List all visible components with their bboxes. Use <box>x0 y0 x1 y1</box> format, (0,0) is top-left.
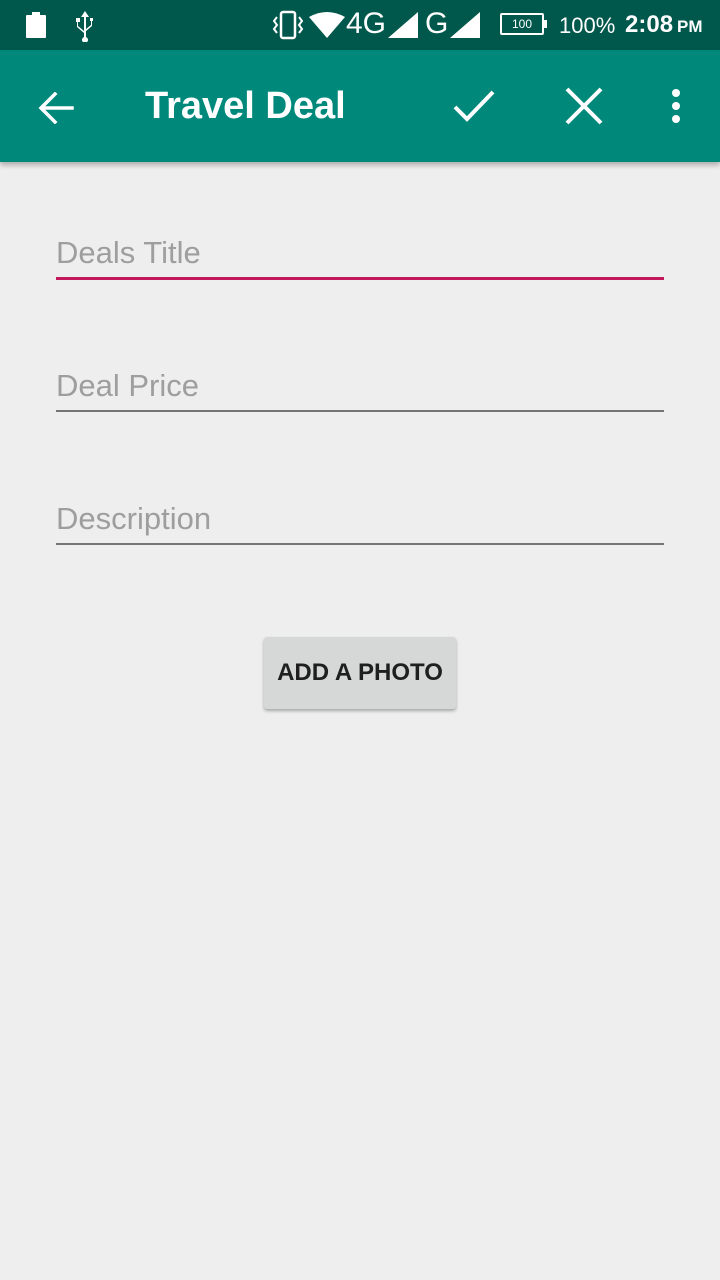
usb-icon <box>72 10 98 42</box>
clock-ampm: PM <box>677 17 703 36</box>
deal-title-underline <box>56 277 664 280</box>
clock: 2:08 PM <box>625 11 703 39</box>
network-type-g: G <box>425 7 449 40</box>
status-bar: 4G G 100 100% 2:08 PM <box>0 0 720 50</box>
deal-title-input[interactable] <box>56 229 664 277</box>
page-title: Travel Deal <box>145 85 346 127</box>
battery-icon <box>26 12 46 38</box>
add-photo-button[interactable]: ADD A PHOTO <box>264 637 456 709</box>
more-vert-icon[interactable] <box>656 76 696 136</box>
network-type-4g: 4G <box>346 7 387 40</box>
close-icon[interactable] <box>554 76 614 136</box>
check-icon[interactable] <box>444 76 504 136</box>
vibrate-icon <box>272 10 304 40</box>
description-underline <box>56 543 664 545</box>
description-input[interactable] <box>56 495 664 543</box>
back-arrow-icon[interactable] <box>28 80 84 136</box>
description-field <box>56 495 664 545</box>
signal-icon <box>450 12 480 38</box>
clock-time: 2:08 <box>625 11 674 38</box>
battery-level-icon: 100 <box>500 13 547 35</box>
battery-level: 100 <box>500 13 547 35</box>
app-bar: Travel Deal <box>0 50 720 162</box>
deal-price-field <box>56 362 664 412</box>
deal-price-input[interactable] <box>56 362 664 410</box>
battery-percent: 100% <box>559 13 616 38</box>
signal-icon <box>388 12 418 38</box>
deal-price-underline <box>56 410 664 412</box>
deal-title-field <box>56 229 664 280</box>
wifi-icon <box>309 12 345 38</box>
